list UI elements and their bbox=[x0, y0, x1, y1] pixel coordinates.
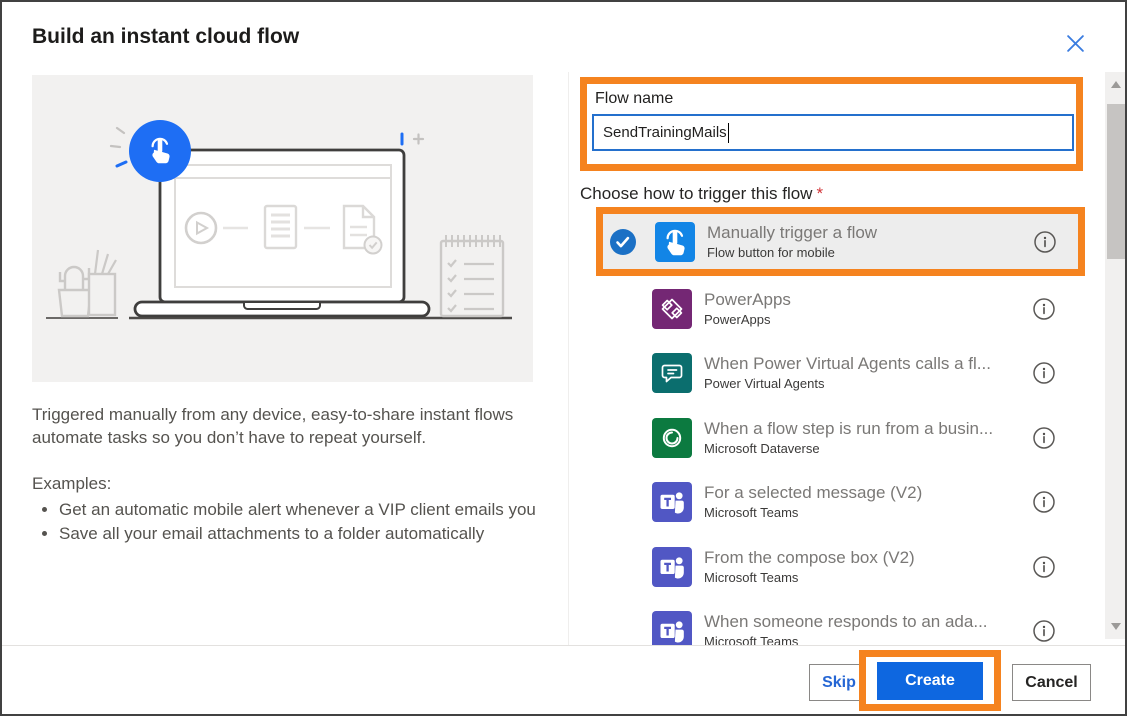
flow-illustration bbox=[32, 75, 533, 382]
trigger-list: PowerApps PowerApps When Power Virtual A… bbox=[603, 285, 1078, 645]
trigger-option[interactable]: When a flow step is run from a busin... … bbox=[603, 414, 1078, 461]
trigger-option[interactable]: PowerApps PowerApps bbox=[603, 285, 1078, 332]
panel-divider bbox=[568, 72, 569, 645]
teams-icon bbox=[652, 546, 692, 587]
flow-description: Triggered manually from any device, easy… bbox=[32, 405, 514, 447]
scrollbar-down-arrow[interactable] bbox=[1111, 623, 1121, 630]
text-caret bbox=[727, 122, 729, 143]
teams-icon bbox=[652, 611, 692, 645]
required-marker: * bbox=[816, 184, 824, 203]
trigger-subtitle: PowerApps bbox=[704, 311, 771, 327]
trigger-title: From the compose box (V2) bbox=[704, 547, 915, 567]
trigger-option[interactable]: When someone responds to an ada... Micro… bbox=[603, 608, 1078, 645]
info-icon[interactable] bbox=[1034, 230, 1056, 253]
flow-name-annotation: Flow name SendTrainingMails bbox=[580, 77, 1083, 171]
trigger-title: PowerApps bbox=[704, 289, 791, 309]
powerapps-icon bbox=[652, 288, 692, 329]
power-virtual-agents-chat-icon bbox=[652, 353, 692, 393]
flow-name-label: Flow name bbox=[595, 90, 674, 107]
trigger-subtitle: Flow button for mobile bbox=[707, 244, 835, 260]
build-instant-cloud-flow-dialog: Build an instant cloud flow Triggered ma… bbox=[0, 0, 1127, 716]
laptop-illustration-icon bbox=[46, 120, 512, 320]
examples-list: Get an automatic mobile alert whenever a… bbox=[32, 499, 566, 546]
cancel-button[interactable]: Cancel bbox=[1012, 664, 1091, 701]
info-icon[interactable] bbox=[1033, 426, 1055, 449]
flow-name-value: SendTrainingMails bbox=[603, 124, 727, 141]
trigger-chooser-label: Choose how to trigger this flow * bbox=[580, 184, 824, 203]
teams-icon bbox=[652, 482, 692, 522]
trigger-title: When Power Virtual Agents calls a fl... bbox=[704, 354, 991, 373]
dialog-title: Build an instant cloud flow bbox=[32, 25, 300, 48]
scrollbar-up-arrow[interactable] bbox=[1111, 81, 1121, 88]
info-icon[interactable] bbox=[1033, 491, 1055, 513]
trigger-subtitle: Microsoft Teams bbox=[704, 569, 799, 585]
trigger-subtitle: Microsoft Teams bbox=[704, 634, 799, 645]
scrollbar-thumb[interactable] bbox=[1107, 104, 1125, 259]
dataverse-icon bbox=[652, 417, 692, 458]
info-icon[interactable] bbox=[1033, 362, 1055, 384]
flow-description-block: Triggered manually from any device, easy… bbox=[32, 404, 566, 548]
selected-trigger-annotation: Manually trigger a flow Flow button for … bbox=[596, 207, 1085, 276]
info-icon[interactable] bbox=[1033, 555, 1055, 578]
scrollbar-track[interactable] bbox=[1105, 72, 1125, 639]
selected-trigger-slot: Manually trigger a flow Flow button for … bbox=[603, 214, 1078, 269]
footer-separator bbox=[2, 645, 1125, 646]
create-button-annotation: Create bbox=[859, 650, 1001, 711]
trigger-title: Manually trigger a flow bbox=[707, 222, 878, 242]
trigger-title: For a selected message (V2) bbox=[704, 483, 923, 502]
trigger-option[interactable]: When Power Virtual Agents calls a fl... … bbox=[603, 350, 1078, 397]
trigger-title: When a flow step is run from a busin... bbox=[704, 418, 994, 438]
flow-name-input[interactable]: SendTrainingMails bbox=[592, 114, 1074, 151]
trigger-title: When someone responds to an ada... bbox=[704, 612, 988, 631]
close-button[interactable] bbox=[1058, 26, 1092, 60]
trigger-subtitle: Microsoft Dataverse bbox=[704, 440, 820, 456]
trigger-subtitle: Power Virtual Agents bbox=[704, 376, 825, 391]
info-icon[interactable] bbox=[1033, 297, 1055, 320]
info-icon[interactable] bbox=[1033, 620, 1055, 642]
trigger-option[interactable]: For a selected message (V2) Microsoft Te… bbox=[603, 479, 1078, 526]
selected-check-icon bbox=[610, 228, 636, 255]
examples-label: Examples: bbox=[32, 474, 112, 494]
trigger-option[interactable]: From the compose box (V2) Microsoft Team… bbox=[603, 543, 1078, 590]
trigger-subtitle: Microsoft Teams bbox=[704, 505, 799, 520]
trigger-option[interactable]: Manually trigger a flow Flow button for … bbox=[603, 214, 1078, 269]
example-item: Get an automatic mobile alert whenever a… bbox=[59, 499, 566, 522]
example-item: Save all your email attachments to a fol… bbox=[59, 523, 566, 546]
create-button[interactable]: Create bbox=[877, 661, 983, 700]
manual-trigger-tap-icon bbox=[655, 221, 695, 262]
close-icon bbox=[1066, 34, 1084, 52]
